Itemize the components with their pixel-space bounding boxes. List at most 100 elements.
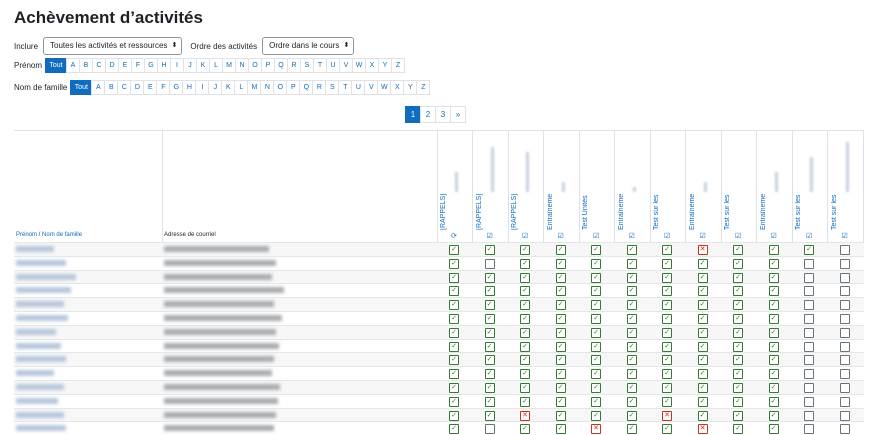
lastname-letter[interactable]: Q [299,80,314,95]
incomplete-checkbox-icon[interactable] [839,424,850,435]
activity-name-link[interactable]: [RAPPELS] [440,140,447,230]
activity-name-link[interactable]: Test sur les [795,140,802,230]
lastname-letter[interactable]: E [143,80,158,95]
failed-checkbox-icon[interactable]: ✕ [697,424,708,435]
completed-checkbox-icon[interactable]: ✓ [555,272,566,283]
student-name-link[interactable] [16,287,71,294]
lastname-letter[interactable]: D [130,80,145,95]
completed-checkbox-icon[interactable]: ✓ [626,300,637,311]
student-name-link[interactable] [16,273,76,280]
completed-checkbox-icon[interactable]: ✓ [555,396,566,407]
completed-checkbox-icon[interactable]: ✓ [626,396,637,407]
lastname-letter[interactable]: N [260,80,275,95]
lastname-letter[interactable]: V [364,80,379,95]
student-name-link[interactable] [16,370,54,377]
completed-checkbox-icon[interactable]: ✓ [804,245,814,255]
firstname-letter[interactable]: F [131,58,146,73]
page-link[interactable]: 3 [435,106,451,123]
lastname-letter[interactable]: R [312,80,327,95]
include-select[interactable]: Toutes les activités et ressources ⬍ [43,37,183,55]
completed-checkbox-icon[interactable]: ✓ [449,410,459,421]
student-name-link[interactable] [16,259,66,266]
student-name-link[interactable] [16,301,64,308]
completed-checkbox-icon[interactable]: ✓ [697,272,708,283]
lastname-letter[interactable]: A [91,80,106,95]
firstname-letter[interactable]: G [144,58,159,73]
student-name-link[interactable] [16,315,68,321]
incomplete-checkbox-icon[interactable] [804,369,814,380]
completed-checkbox-icon[interactable]: ✓ [484,245,495,255]
completed-checkbox-icon[interactable]: ✓ [768,341,779,352]
completed-checkbox-icon[interactable]: ✓ [733,327,743,338]
completed-checkbox-icon[interactable]: ✓ [697,258,708,269]
completed-checkbox-icon[interactable]: ✓ [591,341,601,352]
activity-name-link[interactable]: [RAPPELS] [476,140,483,230]
completed-checkbox-icon[interactable]: ✓ [520,355,530,366]
completed-checkbox-icon[interactable]: ✓ [626,245,637,255]
completed-checkbox-icon[interactable]: ✓ [768,300,779,311]
completed-checkbox-icon[interactable]: ✓ [520,300,530,311]
completed-checkbox-icon[interactable]: ✓ [520,272,530,283]
completed-checkbox-icon[interactable]: ✓ [591,396,601,407]
completed-checkbox-icon[interactable]: ✓ [484,410,495,421]
completed-checkbox-icon[interactable]: ✓ [768,314,779,324]
incomplete-checkbox-icon[interactable] [804,355,814,366]
page-link[interactable]: 1 [405,106,421,123]
firstname-letter[interactable]: L [209,58,224,73]
completed-checkbox-icon[interactable]: ✓ [520,286,530,297]
firstname-letter[interactable]: H [157,58,172,73]
incomplete-checkbox-icon[interactable] [484,258,495,269]
completed-checkbox-icon[interactable]: ✓ [626,424,637,435]
completed-checkbox-icon[interactable]: ✓ [697,383,708,393]
completed-checkbox-icon[interactable]: ✓ [520,245,530,255]
student-name-link[interactable] [16,246,54,252]
completed-checkbox-icon[interactable]: ✓ [733,272,743,283]
incomplete-checkbox-icon[interactable] [804,396,814,407]
failed-checkbox-icon[interactable]: ✕ [591,424,601,435]
firstname-letter[interactable]: R [287,58,302,73]
completed-checkbox-icon[interactable]: ✓ [626,383,637,393]
completed-checkbox-icon[interactable]: ✓ [733,300,743,311]
student-name-link[interactable] [16,356,66,363]
firstname-all-button[interactable]: Tout [45,58,68,73]
incomplete-checkbox-icon[interactable] [839,383,850,393]
completed-checkbox-icon[interactable]: ✓ [555,424,566,435]
completed-checkbox-icon[interactable]: ✓ [697,314,708,324]
sort-firstname-link[interactable]: Prénom [16,232,37,238]
student-name-link[interactable] [16,425,66,432]
completed-checkbox-icon[interactable]: ✓ [662,369,672,380]
lastname-letter[interactable]: B [104,80,119,95]
completed-checkbox-icon[interactable]: ✓ [520,369,530,380]
incomplete-checkbox-icon[interactable] [484,424,495,435]
incomplete-checkbox-icon[interactable] [839,341,850,352]
completed-checkbox-icon[interactable]: ✓ [555,245,566,255]
completed-checkbox-icon[interactable]: ✓ [591,272,601,283]
completed-checkbox-icon[interactable]: ✓ [768,369,779,380]
completed-checkbox-icon[interactable]: ✓ [697,355,708,366]
firstname-letter[interactable]: Y [378,58,393,73]
completed-checkbox-icon[interactable]: ✓ [662,424,672,435]
completed-checkbox-icon[interactable]: ✓ [449,369,459,380]
firstname-letter[interactable]: V [339,58,354,73]
completed-checkbox-icon[interactable]: ✓ [733,355,743,366]
completed-checkbox-icon[interactable]: ✓ [697,300,708,311]
completed-checkbox-icon[interactable]: ✓ [449,245,459,255]
firstname-letter[interactable]: D [105,58,120,73]
completed-checkbox-icon[interactable]: ✓ [662,245,672,255]
completed-checkbox-icon[interactable]: ✓ [626,258,637,269]
completed-checkbox-icon[interactable]: ✓ [662,258,672,269]
firstname-letter[interactable]: Z [391,58,406,73]
firstname-letter[interactable]: S [300,58,315,73]
completed-checkbox-icon[interactable]: ✓ [591,327,601,338]
completed-checkbox-icon[interactable]: ✓ [555,369,566,380]
completed-checkbox-icon[interactable]: ✓ [768,383,779,393]
completed-checkbox-icon[interactable]: ✓ [449,355,459,366]
lastname-letter[interactable]: M [247,80,262,95]
completed-checkbox-icon[interactable]: ✓ [697,327,708,338]
lastname-letter[interactable]: K [221,80,236,95]
completed-checkbox-icon[interactable]: ✓ [626,272,637,283]
student-name-link[interactable] [16,411,64,418]
completed-checkbox-icon[interactable]: ✓ [626,314,637,324]
incomplete-checkbox-icon[interactable] [804,286,814,297]
incomplete-checkbox-icon[interactable] [804,410,814,421]
